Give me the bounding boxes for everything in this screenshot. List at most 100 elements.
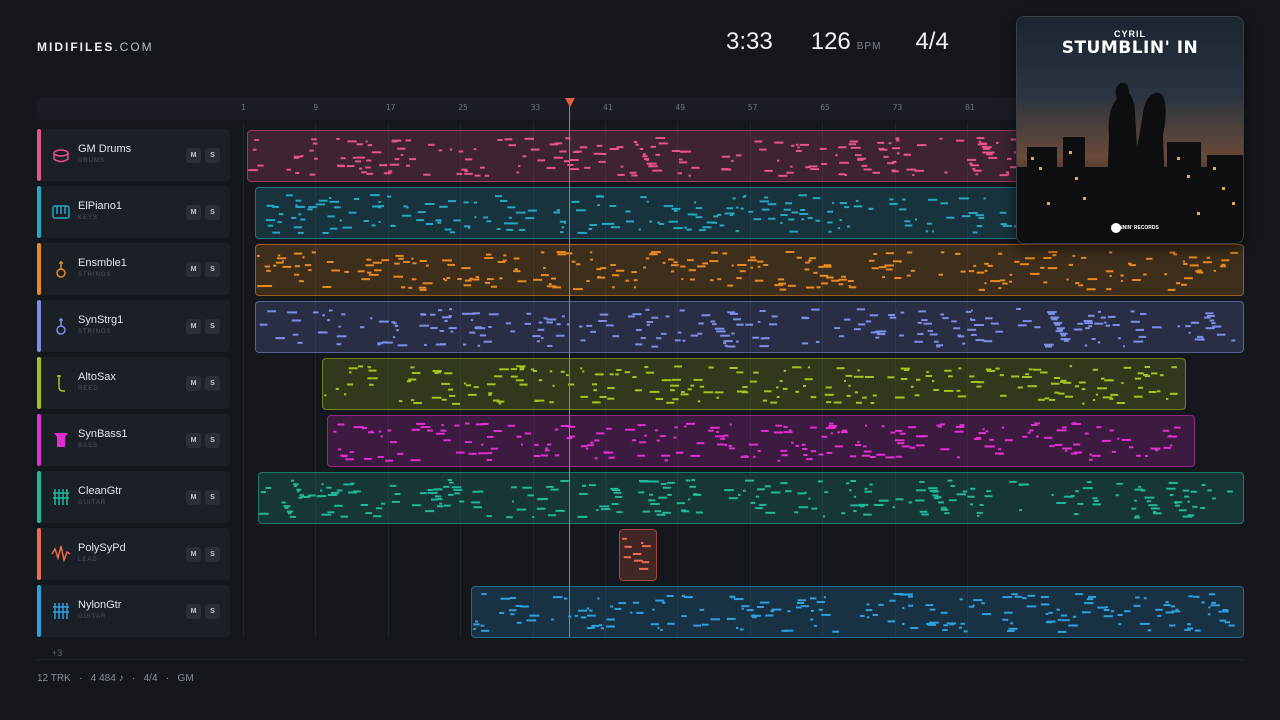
sax-icon	[51, 373, 71, 393]
track-header-synstrg1[interactable]: SynStrg1 STRINGS M S	[37, 300, 230, 352]
time-signature: 4/4	[915, 28, 949, 55]
track-category: STRINGS	[78, 272, 112, 278]
track-name: SynBass1	[78, 428, 128, 440]
midi-clip[interactable]	[321, 358, 1187, 410]
track-color-bar	[37, 528, 41, 580]
midi-clip[interactable]	[327, 415, 1196, 467]
ruler-tick: 73	[892, 103, 903, 112]
mute-button[interactable]: M	[186, 319, 201, 334]
mute-button[interactable]: M	[186, 148, 201, 163]
track-name: PolySyPd	[78, 542, 126, 554]
track-category: REED	[78, 386, 99, 392]
track-color-bar	[37, 300, 41, 352]
drum-icon	[51, 145, 71, 165]
clip-notes	[621, 537, 651, 570]
track-category: KEYS	[78, 215, 99, 221]
more-tracks-indicator[interactable]: +3	[52, 648, 62, 658]
track-header-polysypd[interactable]: PolySyPd LEAD M S	[37, 528, 230, 580]
ruler-tick: 57	[747, 103, 758, 112]
solo-button[interactable]: S	[205, 490, 220, 505]
mute-button[interactable]: M	[186, 490, 201, 505]
track-name: SynStrg1	[78, 314, 124, 326]
track-color-bar	[37, 129, 41, 181]
playhead-line[interactable]	[568, 104, 570, 637]
footer-standard: GM	[177, 673, 194, 684]
cover-title: STUMBLIN' IN	[1061, 38, 1199, 58]
mute-button[interactable]: M	[186, 376, 201, 391]
track-color-bar	[37, 414, 41, 466]
track-header-synbass1[interactable]: SynBass1 BASS M S	[37, 414, 230, 466]
track-header-ensmble1[interactable]: Ensmble1 STRINGS M S	[37, 243, 230, 295]
mute-button[interactable]: M	[186, 604, 201, 619]
track-header-nylongtr[interactable]: NylonGtr GUITAR M S	[37, 585, 230, 637]
track-name: AltoSax	[78, 371, 116, 383]
mute-button[interactable]: M	[186, 433, 201, 448]
clip-notes	[259, 479, 1234, 519]
note-count: 4 484 ♪	[90, 673, 124, 684]
guitar-fretboard-icon	[51, 601, 71, 621]
solo-button[interactable]: S	[205, 262, 220, 277]
cover-label: SPINNIN' RECORDS	[1111, 225, 1159, 231]
waveform-icon	[51, 544, 71, 564]
track-color-bar	[37, 243, 41, 295]
site-logo[interactable]: MIDIFILES.COM	[37, 40, 154, 54]
clip-notes	[323, 365, 1178, 405]
track-category: DRUMS	[78, 158, 105, 164]
grid-line	[243, 122, 244, 637]
midi-clip[interactable]	[254, 244, 1244, 296]
track-category: STRINGS	[78, 329, 112, 335]
track-category: LEAD	[78, 557, 98, 563]
clip-notes	[333, 422, 1181, 462]
footer-summary: 12 TRK · 4 484 ♪ · 4/4 · GM	[37, 673, 194, 684]
solo-button[interactable]: S	[205, 604, 220, 619]
mute-button[interactable]: M	[186, 205, 201, 220]
violin-icon	[51, 316, 71, 336]
ruler-tick: 17	[385, 103, 396, 112]
mute-button[interactable]: M	[186, 547, 201, 562]
track-header-elpiano1[interactable]: ElPiano1 KEYS M S	[37, 186, 230, 238]
track-color-bar	[37, 585, 41, 637]
midi-clip[interactable]	[618, 529, 657, 581]
ruler-tick: 33	[530, 103, 541, 112]
footer-meter: 4/4	[143, 673, 158, 684]
playhead-handle[interactable]	[564, 98, 575, 107]
track-category: BASS	[78, 443, 99, 449]
duration: 3:33	[726, 28, 773, 55]
footer-divider	[37, 659, 1243, 660]
solo-button[interactable]: S	[205, 433, 220, 448]
guitar-fretboard-icon	[51, 487, 71, 507]
clip-notes	[259, 308, 1236, 348]
album-cover: CYRIL STUMBLIN' IN SPINNIN' RECORDS	[1016, 16, 1244, 244]
track-name: CleanGtr	[78, 485, 123, 497]
ruler-tick: 41	[603, 103, 613, 112]
song-stats: 3:33 126 BPM 4/4	[726, 28, 949, 56]
track-name: ElPiano1	[78, 200, 123, 212]
track-count: 12 TRK	[37, 673, 71, 684]
solo-button[interactable]: S	[205, 319, 220, 334]
solo-button[interactable]: S	[205, 148, 220, 163]
solo-button[interactable]: S	[205, 205, 220, 220]
ruler-tick: 49	[675, 103, 686, 112]
track-header-gm-drums[interactable]: GM Drums DRUMS M S	[37, 129, 230, 181]
solo-button[interactable]: S	[205, 547, 220, 562]
mute-button[interactable]: M	[186, 262, 201, 277]
violin-icon	[51, 259, 71, 279]
track-header-altosax[interactable]: AltoSax REED M S	[37, 357, 230, 409]
track-color-bar	[37, 357, 41, 409]
clip-notes	[473, 593, 1235, 633]
midi-clip[interactable]	[254, 301, 1244, 353]
solo-button[interactable]: S	[205, 376, 220, 391]
piano-icon	[51, 202, 71, 222]
midi-clip[interactable]	[258, 472, 1244, 524]
track-name: GM Drums	[78, 143, 132, 155]
midi-clip[interactable]	[471, 586, 1244, 638]
track-header-cleangtr[interactable]: CleanGtr GUITAR M S	[37, 471, 230, 523]
ruler-tick: 25	[458, 103, 468, 112]
tempo: 126	[810, 28, 851, 55]
ruler-tick: 9	[313, 103, 319, 112]
track-color-bar	[37, 186, 41, 238]
tempo-unit: BPM	[856, 41, 882, 52]
ruler-tick: 81	[965, 103, 975, 112]
bass-amp-icon	[51, 430, 71, 450]
track-name: Ensmble1	[78, 257, 127, 269]
